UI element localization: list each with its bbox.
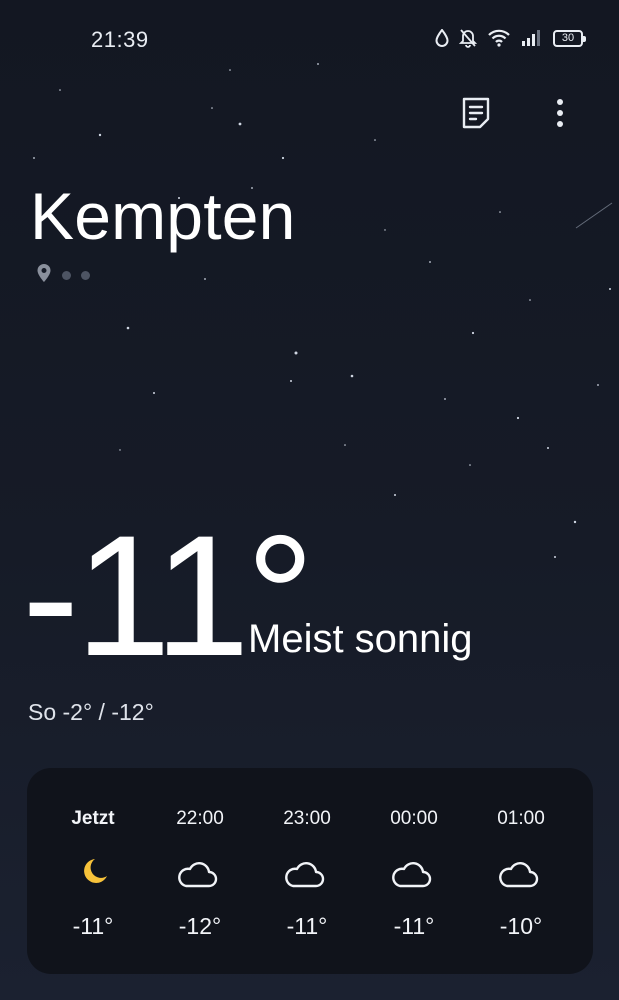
hour-label: 22:00	[176, 808, 224, 829]
more-vert-icon	[556, 98, 564, 133]
status-icons: 30	[435, 28, 586, 48]
hour-temp: -11°	[393, 913, 435, 939]
hour-temp: -12°	[178, 913, 222, 939]
location-page-indicators[interactable]	[36, 263, 90, 288]
bell-off-icon	[459, 28, 477, 48]
hourly-forecast-card[interactable]: Jetzt -11° 22:00 -12° 23:00 -11° 00:00 -…	[27, 768, 593, 974]
details-button[interactable]	[459, 95, 493, 135]
hour-temp: -11°	[286, 913, 328, 939]
drop-icon	[435, 29, 449, 47]
cloud-moon-icon	[176, 854, 224, 895]
signal-icon	[521, 29, 543, 47]
more-options-button[interactable]	[543, 95, 577, 135]
location-pin-icon	[36, 263, 52, 288]
hour-temp: -10°	[499, 913, 543, 939]
wifi-icon	[487, 29, 511, 47]
moon-icon	[73, 854, 113, 893]
hour-label: 01:00	[497, 808, 545, 829]
top-actions	[459, 95, 577, 135]
document-icon	[461, 96, 491, 135]
city-name[interactable]: Kempten	[30, 178, 296, 254]
status-bar: 21:39 30	[0, 0, 619, 80]
day-range: So -2° / -12°	[28, 699, 154, 725]
hour-temp: -11°	[72, 913, 114, 939]
battery-level: 30	[561, 32, 575, 44]
cloud-moon-icon	[390, 854, 438, 895]
current-condition: Meist sonnig	[248, 617, 473, 661]
page-dot	[81, 271, 90, 280]
hour-label: 23:00	[283, 808, 331, 829]
cloud-moon-icon	[497, 854, 545, 895]
status-time: 21:39	[91, 27, 149, 52]
page-dot	[62, 271, 71, 280]
cloud-moon-icon	[283, 854, 331, 895]
battery-icon: 30	[553, 29, 586, 47]
hour-label: Jetzt	[71, 808, 115, 829]
hour-label: 00:00	[390, 808, 438, 829]
